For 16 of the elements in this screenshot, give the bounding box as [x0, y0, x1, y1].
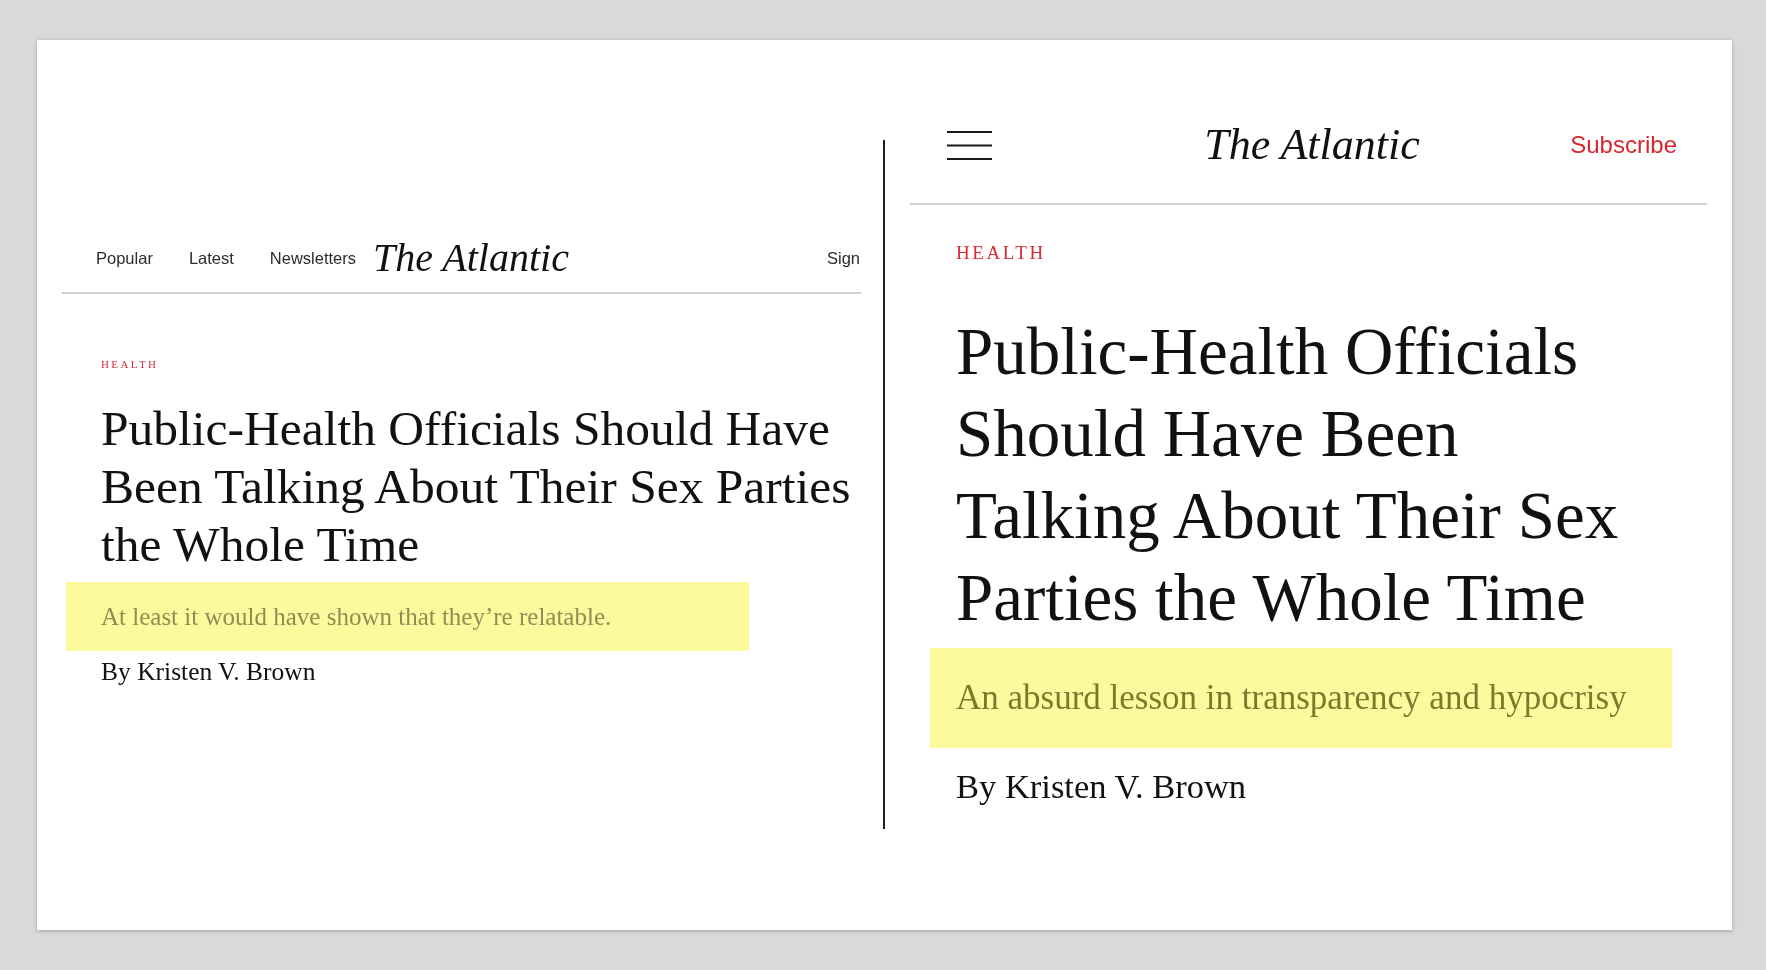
section-label: HEALTH: [956, 242, 1046, 264]
nav-link[interactable]: Newsletters: [269, 248, 357, 268]
nav-link[interactable]: Latest: [188, 248, 234, 268]
headline: Public-Health Officials Should Have Been Talking About Their Sex Parties the Whole Time: [956, 313, 1620, 636]
headline: Public-Health Officials Should Have Been Talking About Their Sex Parties the Whole Time: [101, 400, 852, 574]
byline: By Kristen V. Brown: [101, 658, 316, 686]
subtitle: An absurd lesson in transparency and hypocrisy: [930, 648, 1672, 748]
logo[interactable]: The Atlantic: [373, 236, 569, 280]
menu-icon[interactable]: [947, 130, 992, 160]
byline: By Kristen V. Brown: [956, 766, 1247, 806]
subscribe-link[interactable]: Subscribe: [1570, 131, 1677, 159]
nav-link[interactable]: Popular: [96, 248, 153, 268]
subtitle: At least it would have shown that they’re relatable.: [66, 582, 749, 651]
sign-in-link[interactable]: Sign: [826, 248, 860, 268]
logo[interactable]: The Atlantic: [1204, 120, 1420, 170]
section-label: HEALTH: [101, 357, 159, 371]
